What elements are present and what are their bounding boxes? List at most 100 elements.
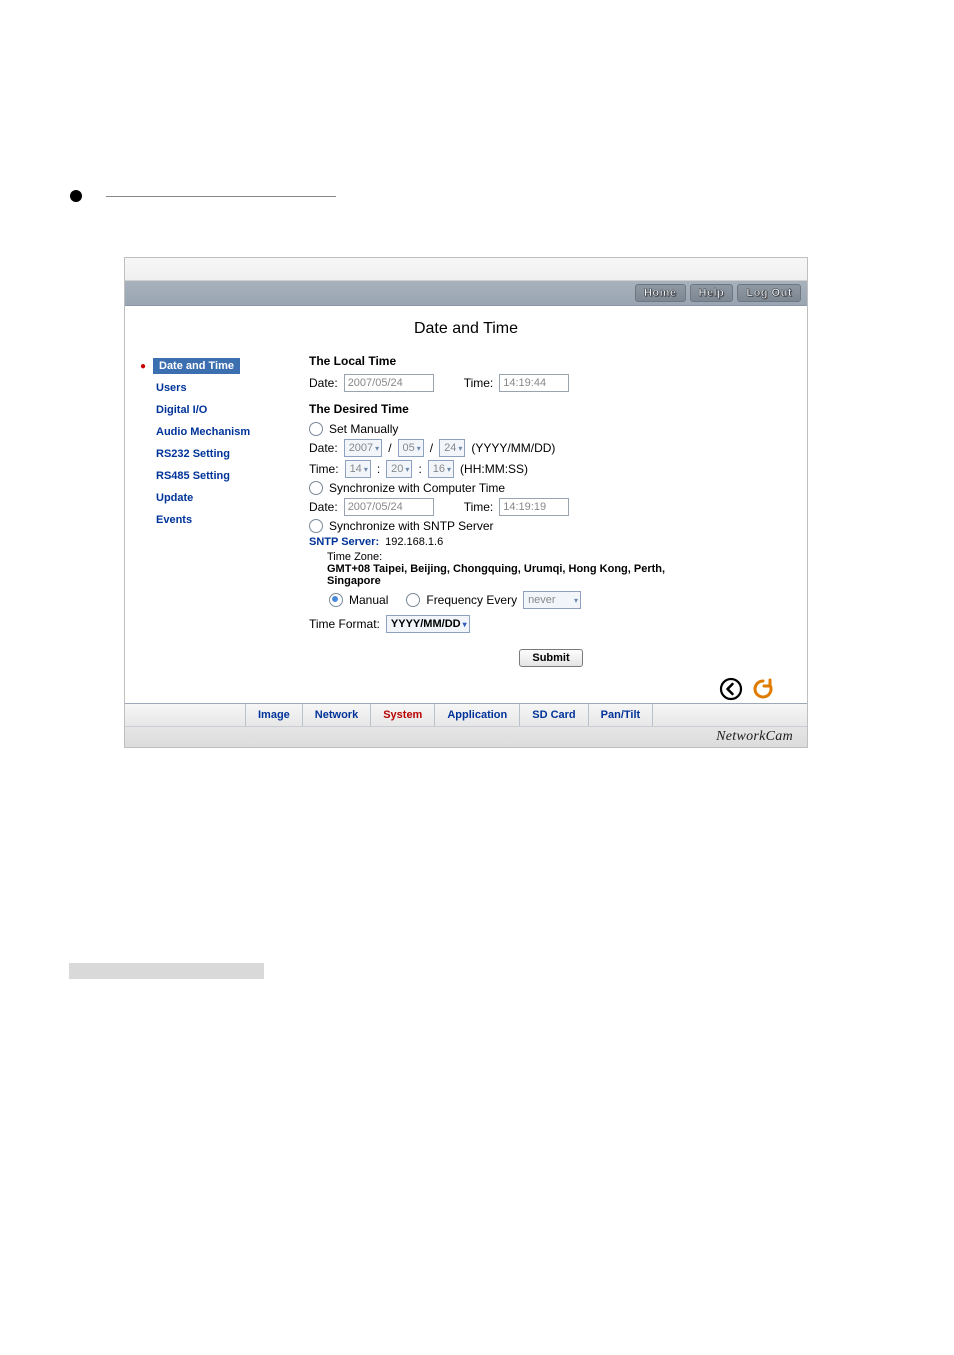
tab-network[interactable]: Network	[303, 704, 371, 726]
top-nav: Home Help Log Out	[125, 281, 807, 306]
tab-system[interactable]: System	[371, 704, 435, 726]
sidebar-item-label: Users	[153, 381, 190, 395]
chevron-down-icon: ▾	[463, 620, 467, 629]
time-format-label: Time Format:	[309, 617, 380, 631]
desired-time-heading: The Desired Time	[309, 402, 793, 416]
radio-mode-frequency[interactable]	[406, 593, 420, 607]
manual-day-select[interactable]: 24 ▾	[439, 439, 465, 457]
sidebar-item-audio-mechanism[interactable]: ● Audio Mechanism	[139, 422, 279, 442]
chevron-down-icon: ▾	[364, 465, 368, 474]
tab-application[interactable]: Application	[435, 704, 520, 726]
frequency-select[interactable]: never ▾	[523, 591, 581, 609]
sidebar-item-label: Events	[153, 513, 195, 527]
chevron-down-icon: ▾	[574, 596, 578, 605]
chevron-down-icon: ▾	[458, 444, 462, 453]
radio-mode-frequency-label: Frequency Every	[426, 593, 517, 607]
radio-sync-sntp-label: Synchronize with SNTP Server	[329, 519, 494, 533]
radio-sync-sntp[interactable]	[309, 519, 323, 533]
manual-date-label: Date:	[309, 441, 338, 455]
radio-sync-pc[interactable]	[309, 481, 323, 495]
pc-time-value: 14:19:19	[499, 498, 569, 516]
sntp-server-value: 192.168.1.6	[385, 536, 443, 548]
local-date-value: 2007/05/24	[344, 374, 434, 392]
sidebar-item-label: RS485 Setting	[153, 469, 233, 483]
radio-mode-manual-label: Manual	[349, 593, 388, 607]
refresh-icon[interactable]	[751, 677, 775, 701]
timezone-label: Time Zone:	[327, 551, 793, 563]
radio-set-manually-label: Set Manually	[329, 422, 398, 436]
bullet-icon	[70, 190, 82, 202]
logout-button[interactable]: Log Out	[737, 284, 801, 302]
sidebar: ● Date and Time ● Users ● Digital I/O ● …	[139, 352, 279, 532]
sidebar-item-label: Audio Mechanism	[153, 425, 253, 439]
time-format-select[interactable]: YYYY/MM/DD ▾	[386, 615, 470, 633]
manual-mm-select[interactable]: 20 ▾	[386, 460, 412, 478]
gray-placeholder	[69, 963, 264, 979]
manual-month-value: 05	[403, 442, 415, 454]
manual-time-hint: (HH:MM:SS)	[460, 462, 528, 476]
page-title: Date and Time	[139, 320, 793, 338]
home-button[interactable]: Home	[635, 284, 686, 302]
help-button[interactable]: Help	[690, 284, 734, 302]
manual-hh-select[interactable]: 14 ▾	[345, 460, 371, 478]
tab-pan-tilt[interactable]: Pan/Tilt	[589, 704, 654, 726]
manual-year-select[interactable]: 2007 ▾	[344, 439, 383, 457]
tab-image[interactable]: Image	[245, 704, 303, 726]
bottom-bar: NetworkCam	[125, 727, 807, 747]
tab-sd-card[interactable]: SD Card	[520, 704, 588, 726]
slash: /	[430, 441, 433, 455]
app-topbar	[125, 258, 807, 281]
submit-button[interactable]: Submit	[519, 649, 582, 667]
manual-ss-value: 16	[433, 463, 445, 475]
sidebar-item-label: Digital I/O	[153, 403, 210, 417]
bullet-heading-underline	[106, 196, 336, 197]
colon: :	[377, 462, 380, 476]
sidebar-item-label: Date and Time	[153, 358, 240, 374]
sidebar-item-update[interactable]: ● Update	[139, 488, 279, 508]
sidebar-item-label: RS232 Setting	[153, 447, 233, 461]
manual-month-select[interactable]: 05 ▾	[398, 439, 424, 457]
timezone-value: GMT+08 Taipei, Beijing, Chongquing, Urum…	[327, 563, 667, 587]
tabstrip: Image Network System Application SD Card…	[125, 703, 807, 727]
local-time-value: 14:19:44	[499, 374, 569, 392]
sidebar-item-rs485-setting[interactable]: ● RS485 Setting	[139, 466, 279, 486]
sidebar-item-date-and-time[interactable]: ● Date and Time	[139, 356, 279, 376]
chevron-down-icon: ▾	[375, 444, 379, 453]
sidebar-item-rs232-setting[interactable]: ● RS232 Setting	[139, 444, 279, 464]
radio-mode-manual[interactable]	[329, 593, 343, 607]
brand-label: NetworkCam	[716, 729, 793, 745]
sidebar-item-events[interactable]: ● Events	[139, 510, 279, 530]
frequency-value: never	[528, 594, 556, 606]
pc-time-label: Time:	[464, 500, 494, 514]
radio-sync-pc-label: Synchronize with Computer Time	[329, 481, 505, 495]
local-time-heading: The Local Time	[309, 354, 793, 368]
pc-date-label: Date:	[309, 500, 338, 514]
manual-time-label: Time:	[309, 462, 339, 476]
form-panel: The Local Time Date: 2007/05/24 Time: 14…	[309, 352, 793, 671]
chevron-down-icon: ▾	[417, 444, 421, 453]
sidebar-item-users[interactable]: ● Users	[139, 378, 279, 398]
manual-mm-value: 20	[391, 463, 403, 475]
back-icon[interactable]	[719, 677, 743, 701]
chevron-down-icon: ▾	[447, 465, 451, 474]
chevron-down-icon: ▾	[405, 465, 409, 474]
page-bullet-row	[70, 190, 336, 202]
manual-ss-select[interactable]: 16 ▾	[428, 460, 454, 478]
radio-set-manually[interactable]	[309, 422, 323, 436]
sidebar-item-digital-io[interactable]: ● Digital I/O	[139, 400, 279, 420]
time-format-value: YYYY/MM/DD	[391, 618, 461, 630]
manual-date-hint: (YYYY/MM/DD)	[471, 441, 555, 455]
content-area: Date and Time ● Date and Time ● Users ● …	[125, 306, 807, 703]
app-frame: Home Help Log Out Date and Time ● Date a…	[124, 257, 808, 748]
colon: :	[418, 462, 421, 476]
manual-year-value: 2007	[349, 442, 373, 454]
slash: /	[388, 441, 391, 455]
pc-date-value: 2007/05/24	[344, 498, 434, 516]
local-time-label: Time:	[464, 376, 494, 390]
bullet-active-icon: ●	[139, 361, 147, 372]
manual-hh-value: 14	[350, 463, 362, 475]
local-date-label: Date:	[309, 376, 338, 390]
sidebar-item-label: Update	[153, 491, 196, 505]
manual-day-value: 24	[444, 442, 456, 454]
sntp-server-label: SNTP Server:	[309, 536, 379, 548]
